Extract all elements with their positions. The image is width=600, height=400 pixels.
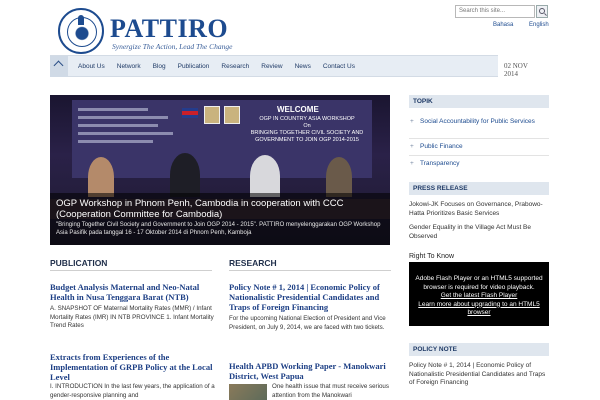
research-article-title[interactable]: Policy Note # 1, 2014 | Economic Policy … [229, 282, 394, 312]
topik-item-social-accountability[interactable]: Social Accountability for Public Service… [409, 118, 549, 126]
lang-bahasa-link[interactable]: Bahasa [493, 22, 513, 28]
html5-upgrade-link[interactable]: Learn more about upgrading to an HTML5 b… [409, 301, 549, 318]
press-release-header: PRESS RELEASE [409, 182, 549, 195]
research-article-excerpt: For the upcoming National Election of Pr… [229, 315, 386, 331]
nav-network[interactable]: Network [111, 56, 147, 77]
banner-line: BRINGING TOGETHER CIVIL SOCIETY AND [250, 130, 364, 136]
search-input[interactable]: Search this site... [455, 5, 535, 18]
brand-tagline: Synergize The Action, Lead The Change [112, 42, 233, 51]
publication-article-title[interactable]: Extracts from Experiences of the Impleme… [50, 352, 215, 382]
site-logo[interactable]: PATTIRO Synergize The Action, Lead The C… [58, 8, 232, 54]
press-item[interactable]: Gender Equality in the Village Act Must … [409, 224, 549, 241]
publication-header: PUBLICATION [50, 258, 212, 271]
brand-name: PATTIRO [110, 14, 229, 43]
research-article-excerpt: One health issue that must receive serio… [272, 383, 389, 399]
banner-line: On [303, 123, 311, 129]
home-icon [53, 60, 64, 71]
main-nav: About Us Network Blog Publication Resear… [50, 55, 498, 77]
nav-publication[interactable]: Publication [172, 56, 216, 77]
home-button[interactable] [50, 56, 68, 77]
banner-welcome: WELCOME [277, 105, 319, 114]
research-header: RESEARCH [229, 258, 391, 271]
speaker-figure [326, 157, 352, 197]
speaker-figure [170, 153, 200, 197]
nav-contact-us[interactable]: Contact Us [317, 56, 361, 77]
date-display: 02 NOV 2014 [498, 55, 550, 95]
video-player[interactable]: Adobe Flash Player or an HTML5 supported… [409, 262, 549, 326]
nav-research[interactable]: Research [215, 56, 255, 77]
speaker-figure [250, 155, 280, 197]
topik-header: TOPIK [409, 95, 549, 108]
banner-line: GOVERNMENT TO JOIN OGP 2014-2015 [255, 137, 359, 143]
portrait-image [224, 106, 240, 124]
topik-item-public-finance[interactable]: Public Finance [409, 143, 549, 151]
policy-note-header: POLICY NOTE [409, 343, 549, 356]
publication-article-excerpt: I. INTRODUCTION In the last few years, t… [50, 383, 215, 399]
portrait-image [204, 106, 220, 124]
nav-review[interactable]: Review [255, 56, 288, 77]
lang-english-link[interactable]: English [529, 22, 549, 28]
topik-item-transparency[interactable]: Transparency [409, 160, 549, 168]
flash-player-link[interactable]: Get the latest Flash Player [409, 292, 549, 301]
pattiro-seal-icon [58, 8, 104, 54]
research-article-thumbnail[interactable] [229, 384, 267, 400]
banner-line: OGP IN COUNTRY ASIA WORKSHOP [259, 116, 355, 122]
nav-news[interactable]: News [289, 56, 317, 77]
press-item[interactable]: Jokowi-JK Focuses on Governance, Prabowo… [409, 201, 549, 218]
cambodia-flag-icon [182, 108, 198, 118]
policy-note-item[interactable]: Policy Note # 1, 2014 | Economic Policy … [409, 362, 549, 388]
featured-slide[interactable]: WELCOME OGP IN COUNTRY ASIA WORKSHOP On … [50, 95, 390, 245]
nav-about-us[interactable]: About Us [72, 56, 111, 77]
speaker-figure [88, 157, 114, 197]
publication-article-excerpt: A. SNAPSHOT OF Maternal Mortality Rates … [50, 305, 214, 329]
publication-article-title[interactable]: Budget Analysis Maternal and Neo-Natal H… [50, 282, 215, 302]
featured-subtitle: "Bringing Together Civil Society and Gov… [56, 222, 381, 236]
search-button[interactable] [536, 5, 548, 18]
right-to-know-label: Right To Know [409, 253, 455, 260]
date-year: 2014 [504, 70, 518, 78]
date-day-month: 02 NOV [504, 62, 528, 70]
flash-message: Adobe Flash Player or an HTML5 supported… [415, 275, 543, 291]
research-article-title[interactable]: Health APBD Working Paper - Manokwari Di… [229, 361, 394, 381]
featured-title[interactable]: OGP Workshop in Phnom Penh, Cambodia in … [56, 198, 386, 220]
nav-blog[interactable]: Blog [147, 56, 172, 77]
